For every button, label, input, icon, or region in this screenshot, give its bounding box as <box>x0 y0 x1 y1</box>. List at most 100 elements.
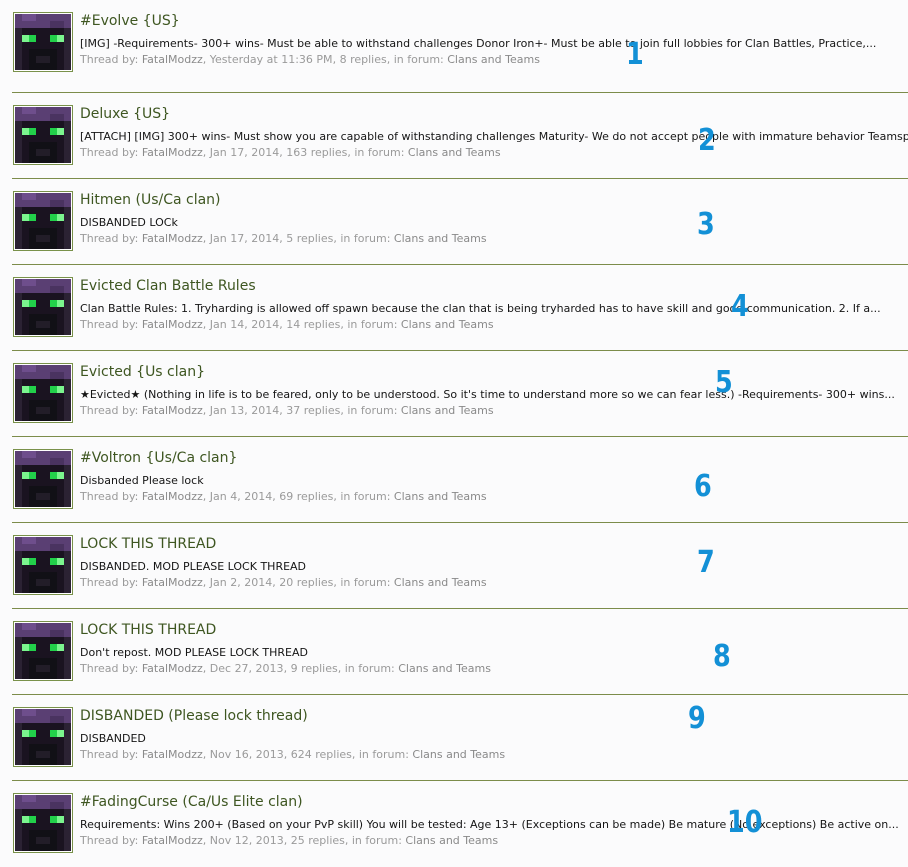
thread-by-label: Thread by: <box>80 748 139 761</box>
annotation-number: 2 <box>698 123 716 158</box>
enderman-avatar-icon[interactable] <box>13 707 73 767</box>
forum-link[interactable]: Clans and Teams <box>394 576 487 589</box>
enderman-avatar-icon[interactable] <box>13 277 73 337</box>
meta-sep: , <box>202 834 210 847</box>
thread-title-link[interactable]: #Voltron {Us/Ca clan} <box>80 450 237 466</box>
author-link[interactable]: FatalModzz <box>142 576 203 589</box>
enderman-avatar-icon[interactable] <box>13 12 73 72</box>
thread-meta: Thread by: FatalModzz, Jan 14, 2014, 14 … <box>80 318 494 331</box>
author-link[interactable]: FatalModzz <box>142 490 203 503</box>
enderman-avatar-icon[interactable] <box>13 535 73 595</box>
thread-snippet: Requirements: Wins 200+ (Based on your P… <box>80 818 899 831</box>
thread-title-link[interactable]: Evicted Clan Battle Rules <box>80 278 256 294</box>
annotation-number: 10 <box>727 805 763 840</box>
thread-meta: Thread by: FatalModzz, Jan 17, 2014, 163… <box>80 146 501 159</box>
thread-snippet: DISBANDED <box>80 732 146 745</box>
thread-meta: Thread by: FatalModzz, Dec 27, 2013, 9 r… <box>80 662 491 675</box>
thread-date: Yesterday at 11:36 PM <box>209 53 333 66</box>
thread-meta: Thread by: FatalModzz, Jan 13, 2014, 37 … <box>80 404 494 417</box>
replies-label: replies, in forum: <box>296 576 391 589</box>
annotation-number: 8 <box>713 639 731 674</box>
thread-title-link[interactable]: LOCK THIS THREAD <box>80 622 216 638</box>
annotation-number: 7 <box>697 545 715 580</box>
author-link[interactable]: FatalModzz <box>142 662 203 675</box>
thread-meta: Thread by: FatalModzz, Yesterday at 11:3… <box>80 53 540 66</box>
thread-row: #Evolve {US} [IMG] -Requirements- 300+ w… <box>12 0 908 86</box>
thread-by-label: Thread by: <box>80 232 139 245</box>
thread-date: Jan 17, 2014 <box>209 146 280 159</box>
forum-link[interactable]: Clans and Teams <box>405 834 498 847</box>
annotation-number: 6 <box>694 469 712 504</box>
meta-sep: , <box>202 146 210 159</box>
reply-count: 69 <box>279 490 294 503</box>
replies-label: replies, in forum: <box>308 834 402 847</box>
forum-link[interactable]: Clans and Teams <box>447 53 540 66</box>
thread-date: Jan 17, 2014 <box>209 232 280 245</box>
thread-row: LOCK THIS THREAD DISBANDED. MOD PLEASE L… <box>12 522 908 609</box>
enderman-avatar-icon[interactable] <box>13 449 73 509</box>
enderman-avatar-icon[interactable] <box>13 105 73 165</box>
thread-date: Jan 14, 2014 <box>209 318 280 331</box>
thread-title-link[interactable]: LOCK THIS THREAD <box>80 536 216 552</box>
meta-sep: , <box>202 662 210 675</box>
thread-title-link[interactable]: DISBANDED (Please lock thread) <box>80 708 308 724</box>
thread-meta: Thread by: FatalModzz, Nov 12, 2013, 25 … <box>80 834 498 847</box>
thread-title-link[interactable]: Deluxe {US} <box>80 106 170 122</box>
meta-sep: , <box>283 748 291 761</box>
reply-count: 163 <box>286 146 308 159</box>
author-link[interactable]: FatalModzz <box>142 232 203 245</box>
meta-sep: , <box>202 53 210 66</box>
reply-count: 624 <box>290 748 312 761</box>
replies-label: replies, in forum: <box>301 662 395 675</box>
thread-snippet: ★Evicted★ (Nothing in life is to be fear… <box>80 388 895 401</box>
thread-title-link[interactable]: Hitmen (Us/Ca clan) <box>80 192 221 208</box>
reply-count: 37 <box>286 404 301 417</box>
replies-label: replies, in forum: <box>303 404 398 417</box>
forum-link[interactable]: Clans and Teams <box>401 404 494 417</box>
thread-by-label: Thread by: <box>80 318 139 331</box>
thread-title-link[interactable]: #FadingCurse (Ca/Us Elite clan) <box>80 794 303 810</box>
enderman-avatar-icon[interactable] <box>13 793 73 853</box>
reply-count: 8 <box>339 53 347 66</box>
thread-by-label: Thread by: <box>80 53 139 66</box>
annotation-number: 9 <box>688 701 706 736</box>
thread-title-link[interactable]: Evicted {Us clan} <box>80 364 205 380</box>
thread-date: Nov 16, 2013 <box>209 748 284 761</box>
author-link[interactable]: FatalModzz <box>142 53 203 66</box>
forum-link[interactable]: Clans and Teams <box>394 232 487 245</box>
reply-count: 5 <box>286 232 294 245</box>
enderman-avatar-icon[interactable] <box>13 191 73 251</box>
thread-date: Dec 27, 2013 <box>209 662 284 675</box>
author-link[interactable]: FatalModzz <box>142 318 203 331</box>
thread-title-link[interactable]: #Evolve {US} <box>80 13 180 29</box>
reply-count: 9 <box>290 662 298 675</box>
thread-by-label: Thread by: <box>80 834 139 847</box>
thread-snippet: DISBANDED. MOD PLEASE LOCK THREAD <box>80 560 307 573</box>
thread-snippet: [ATTACH] [IMG] 300+ wins- Must show you … <box>80 130 908 143</box>
replies-label: replies, in forum: <box>296 490 391 503</box>
forum-link[interactable]: Clans and Teams <box>408 146 501 159</box>
author-link[interactable]: FatalModzz <box>142 748 203 761</box>
replies-label: replies, in forum: <box>303 318 398 331</box>
meta-sep: , <box>202 576 210 589</box>
author-link[interactable]: FatalModzz <box>142 404 203 417</box>
thread-row: Evicted {Us clan} ★Evicted★ (Nothing in … <box>12 350 908 437</box>
forum-link[interactable]: Clans and Teams <box>398 662 491 675</box>
thread-date: Jan 2, 2014 <box>209 576 273 589</box>
thread-meta: Thread by: FatalModzz, Jan 17, 2014, 5 r… <box>80 232 487 245</box>
forum-link[interactable]: Clans and Teams <box>394 490 487 503</box>
thread-row: LOCK THIS THREAD Don't repost. MOD PLEAS… <box>12 608 908 695</box>
enderman-avatar-icon[interactable] <box>13 363 73 423</box>
thread-snippet: Clan Battle Rules: 1. Tryharding is allo… <box>80 302 881 315</box>
thread-by-label: Thread by: <box>80 662 139 675</box>
forum-link[interactable]: Clans and Teams <box>401 318 494 331</box>
author-link[interactable]: FatalModzz <box>142 834 203 847</box>
meta-sep: , <box>202 232 210 245</box>
author-link[interactable]: FatalModzz <box>142 146 203 159</box>
thread-by-label: Thread by: <box>80 146 139 159</box>
thread-meta: Thread by: FatalModzz, Jan 4, 2014, 69 r… <box>80 490 487 503</box>
enderman-avatar-icon[interactable] <box>13 621 73 681</box>
forum-link[interactable]: Clans and Teams <box>412 748 505 761</box>
thread-row: Evicted Clan Battle Rules Clan Battle Ru… <box>12 264 908 351</box>
thread-snippet: [IMG] -Requirements- 300+ wins- Must be … <box>80 37 877 50</box>
